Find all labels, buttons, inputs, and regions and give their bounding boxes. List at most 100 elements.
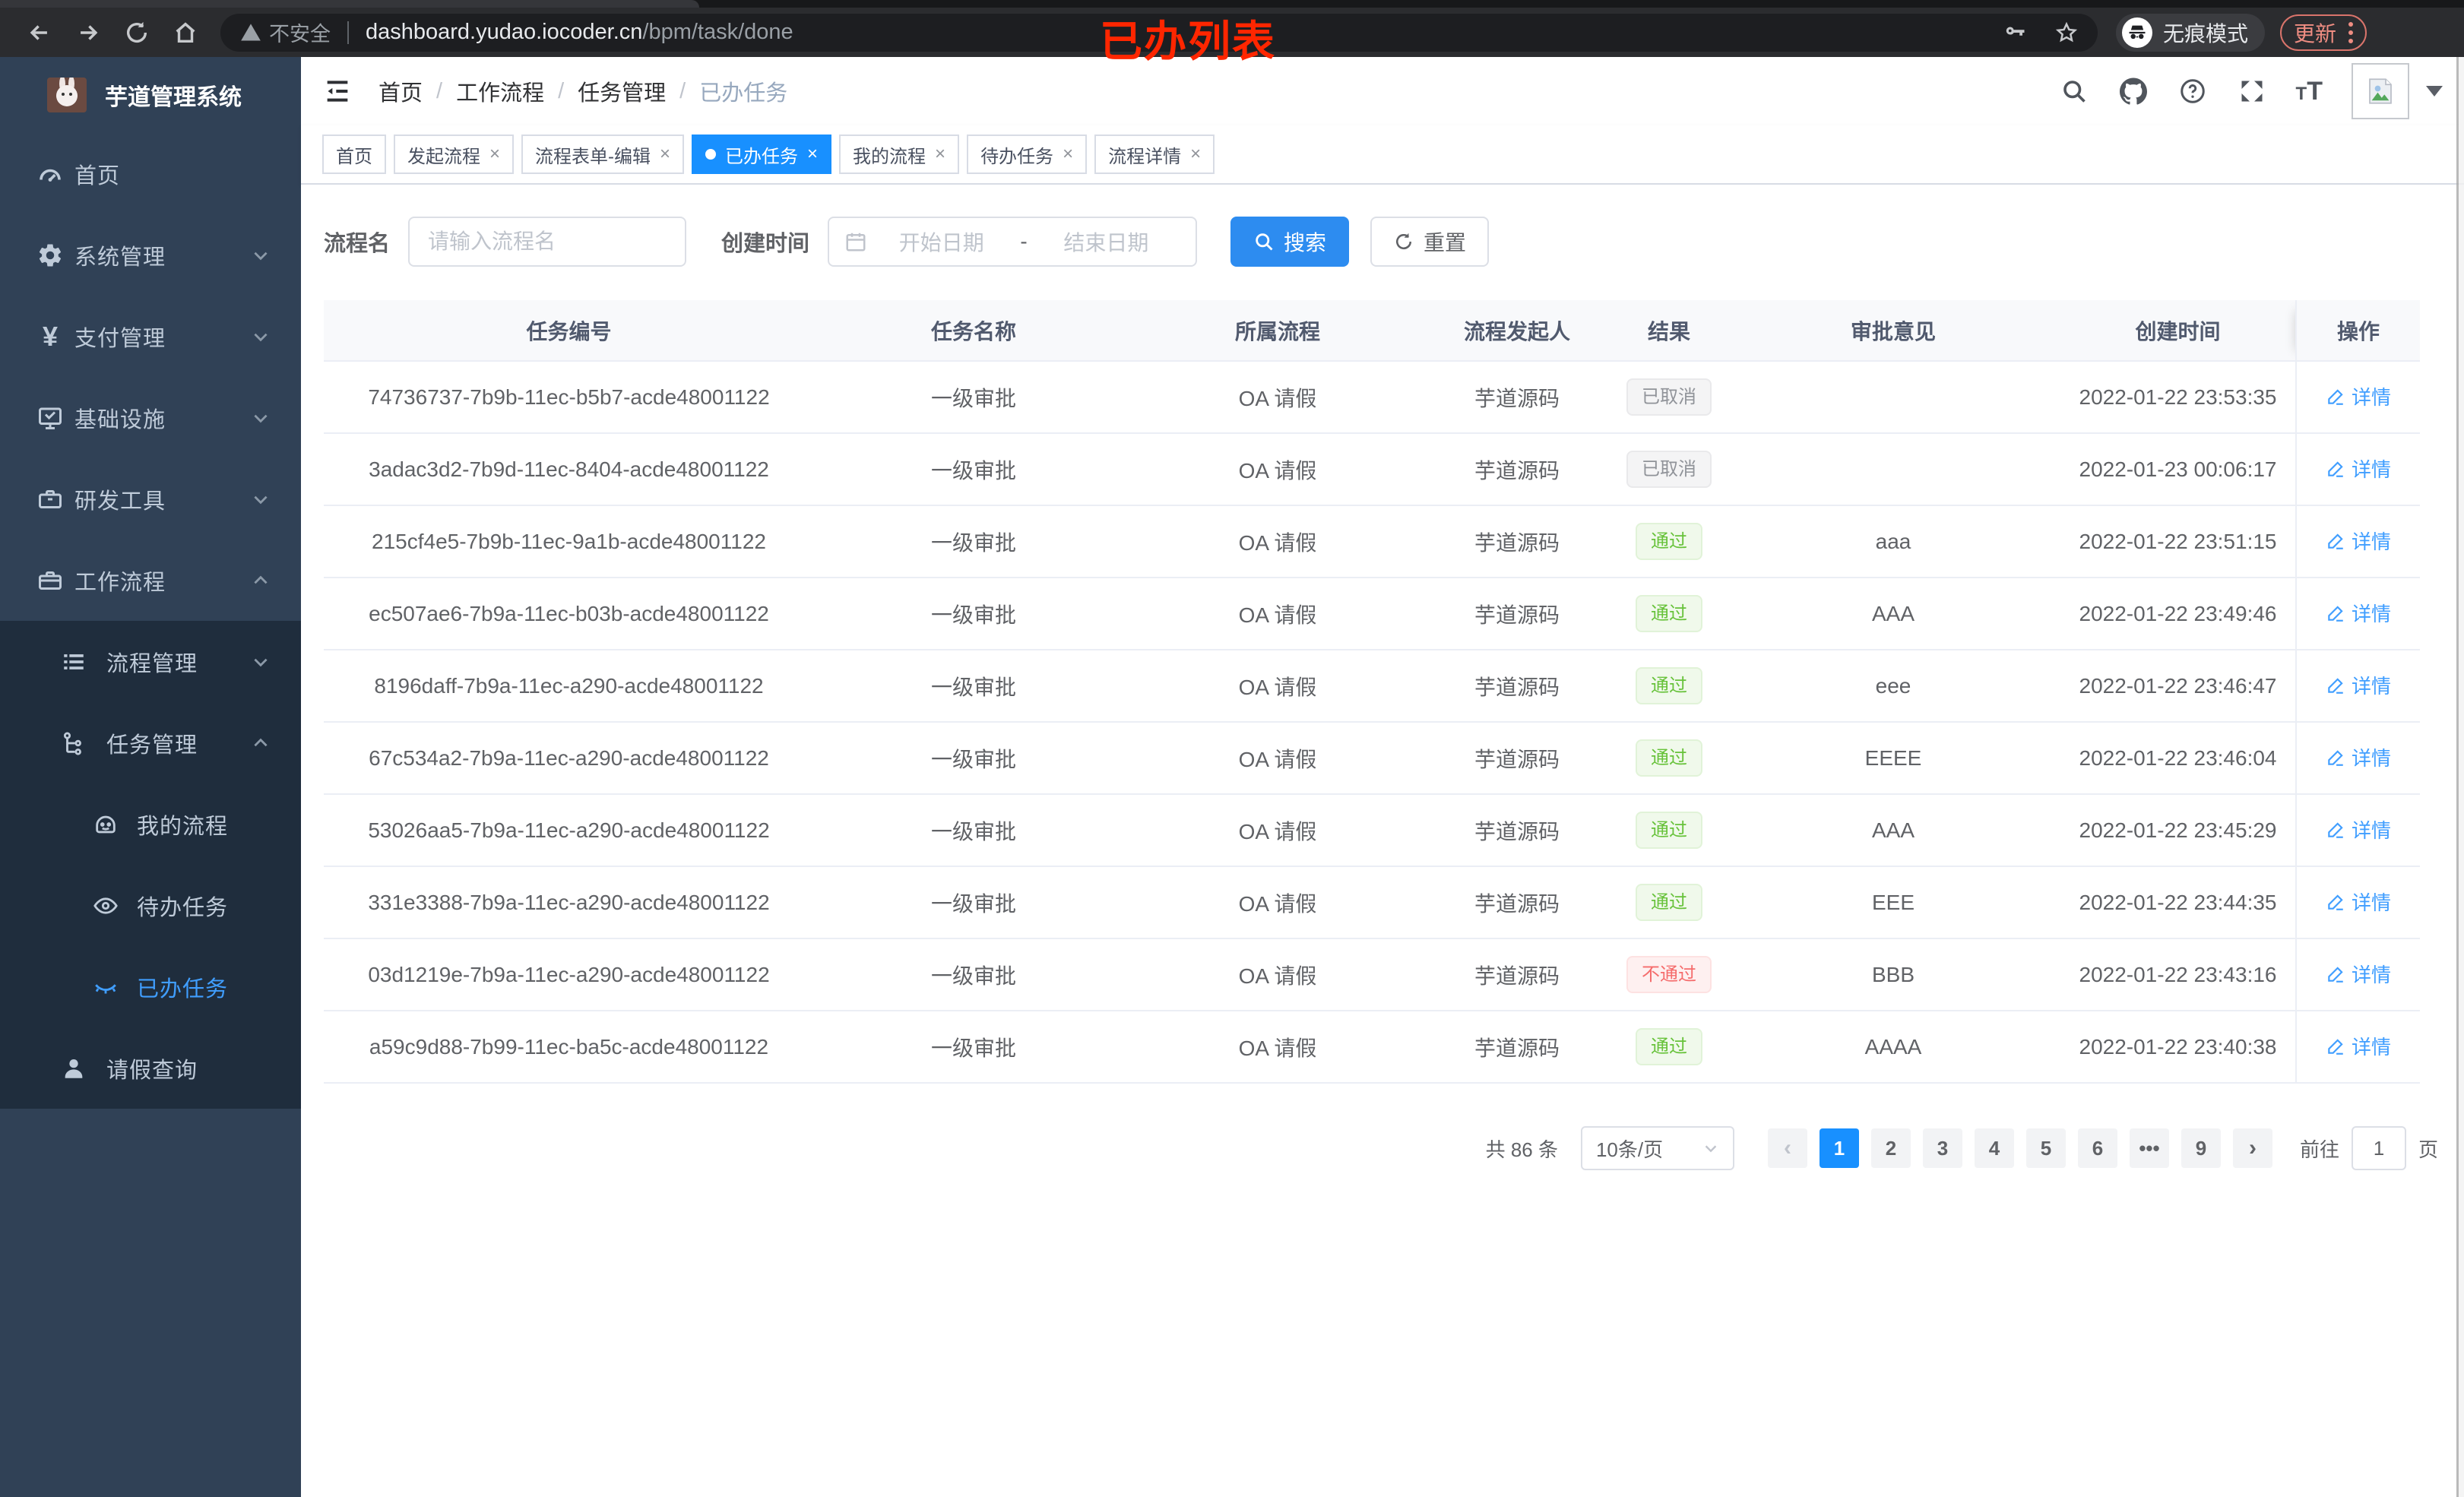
sidebar-item-workflow[interactable]: 工作流程 [0,540,301,621]
browser-menu-icon[interactable] [2348,21,2354,43]
bookmark-star-icon[interactable] [2055,21,2078,44]
close-icon[interactable]: × [807,145,818,163]
incognito-icon [2122,17,2152,48]
font-size-icon[interactable]: TT [2296,77,2323,106]
next-page-button[interactable]: › [2232,1128,2272,1168]
edit-pencil-icon [2328,822,2343,838]
detail-link[interactable]: 详情 [2326,382,2391,410]
not-secure-label[interactable]: 不安全 [269,17,331,47]
result-badge: 已取消 [1626,378,1712,416]
page-button[interactable]: 1 [1819,1128,1859,1168]
page-size-select[interactable]: 10条/页 [1580,1126,1734,1170]
tab[interactable]: 流程表单-编辑 × [521,135,685,174]
github-icon[interactable] [2118,76,2149,106]
chevron-up-icon [251,571,271,590]
goto-page-input[interactable] [2351,1126,2406,1170]
list-icon [61,649,87,675]
sidebar-item-payment[interactable]: ¥ 支付管理 [0,296,301,377]
home-icon[interactable] [173,20,198,46]
url-path[interactable]: /bpm/task/done [642,20,793,45]
page-button[interactable]: 2 [1870,1128,1911,1168]
tab[interactable]: 首页 × [322,135,386,174]
page-button[interactable]: ••• [2129,1128,2169,1168]
sidebar-fold-icon[interactable] [322,76,353,106]
url-host[interactable]: dashboard.yudao.iocoder.cn [366,20,642,45]
page-button[interactable]: 3 [1922,1128,1962,1168]
comment-cell: BBB [1726,938,2060,1011]
not-secure-icon [240,22,261,43]
prev-page-button[interactable]: ‹ [1767,1128,1807,1168]
created-cell: 2022-01-22 23:46:04 [2060,722,2296,795]
browser-active-tab[interactable] [0,0,699,8]
back-icon[interactable] [27,20,52,46]
calendar-icon [844,230,867,253]
page-button[interactable]: 6 [2077,1128,2117,1168]
created-cell: 2022-01-23 00:06:17 [2060,433,2296,506]
filter-bar: 流程名 创建时间 开始日期 - 结束日期 搜索 重置 [324,217,2441,267]
search-button[interactable]: 搜索 [1230,217,1350,267]
detail-link[interactable]: 详情 [2326,743,2391,771]
update-button[interactable]: 更新 [2280,14,2367,51]
tab[interactable]: 我的流程 × [839,135,960,174]
detail-link[interactable]: 详情 [2326,527,2391,555]
forward-icon[interactable] [75,20,101,46]
close-icon[interactable]: × [935,145,945,163]
sidebar-item-my-process[interactable]: 我的流程 [0,783,301,865]
edit-pencil-icon [2328,750,2343,766]
comment-cell [1726,433,2060,506]
process-cell: OA 请假 [1133,650,1422,723]
reload-icon[interactable] [124,20,150,46]
breadcrumb-home[interactable]: 首页 [378,75,423,107]
sidebar-item-task-mgmt[interactable]: 任务管理 [0,702,301,783]
detail-link[interactable]: 详情 [2326,960,2391,988]
comment-cell: eee [1726,650,2060,723]
key-icon[interactable] [2003,21,2026,44]
sidebar-item-system[interactable]: 系统管理 [0,214,301,296]
detail-link[interactable]: 详情 [2326,1032,2391,1060]
fullscreen-icon[interactable] [2237,76,2267,106]
tab[interactable]: 发起流程 × [394,135,515,174]
sidebar-item-home[interactable]: 首页 [0,133,301,214]
sidebar-item-process-mgmt[interactable]: 流程管理 [0,621,301,702]
detail-link[interactable]: 详情 [2326,671,2391,699]
caret-down-icon[interactable] [2426,86,2443,97]
close-icon[interactable]: × [1063,145,1073,163]
process-name-input[interactable] [408,217,687,267]
avatar[interactable] [2352,63,2409,119]
close-icon[interactable]: × [660,145,670,163]
close-icon[interactable]: × [489,145,500,163]
monitor-icon [36,404,64,432]
detail-link[interactable]: 详情 [2326,599,2391,627]
date-range-picker[interactable]: 开始日期 - 结束日期 [828,217,1198,267]
sidebar-item-devtools[interactable]: 研发工具 [0,458,301,540]
detail-link[interactable]: 详情 [2326,454,2391,483]
window-scrollbar[interactable] [2456,57,2464,1497]
detail-link[interactable]: 详情 [2326,888,2391,916]
table-row: 3adac3d2-7b9d-11ec-8404-acde48001122 一级审… [324,433,2420,506]
sidebar-item-todo-tasks[interactable]: 待办任务 [0,865,301,946]
logo-row[interactable]: 芋道管理系统 [0,57,301,133]
reset-button[interactable]: 重置 [1370,217,1490,267]
sidebar-item-leave-query[interactable]: 请假查询 [0,1027,301,1109]
end-date-placeholder[interactable]: 结束日期 [1032,226,1180,257]
initiator-cell: 芋道源码 [1422,433,1612,506]
created-cell: 2022-01-22 23:44:35 [2060,866,2296,939]
tab[interactable]: 已办任务 × [692,135,832,174]
close-icon[interactable]: × [1190,145,1201,163]
search-icon[interactable] [2059,76,2089,106]
start-date-placeholder[interactable]: 开始日期 [867,226,1015,257]
process-cell: OA 请假 [1133,794,1422,867]
page-button[interactable]: 9 [2181,1128,2221,1168]
sidebar-item-infra[interactable]: 基础设施 [0,377,301,458]
breadcrumb-task-mgmt[interactable]: 任务管理 [578,75,666,107]
help-icon[interactable] [2177,76,2208,106]
breadcrumb-workflow[interactable]: 工作流程 [456,75,544,107]
detail-link[interactable]: 详情 [2326,815,2391,843]
page-button[interactable]: 4 [1974,1128,2014,1168]
sidebar-item-done-tasks[interactable]: 已办任务 [0,946,301,1027]
toolbox-icon [36,486,64,513]
page-button[interactable]: 5 [2025,1128,2066,1168]
tab[interactable]: 待办任务 × [967,135,1088,174]
tab[interactable]: 流程详情 × [1094,135,1215,174]
initiator-cell: 芋道源码 [1422,722,1612,795]
